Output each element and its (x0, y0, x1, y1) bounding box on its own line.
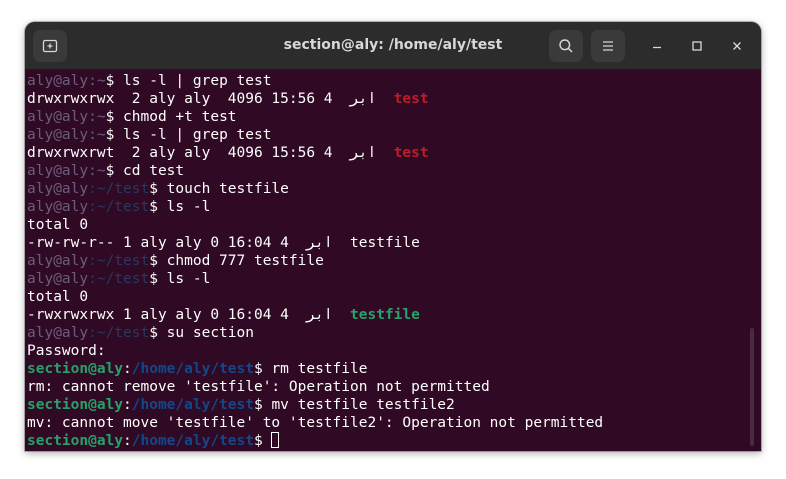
minimize-icon (651, 37, 663, 56)
terminal-text: $ chmod 777 testfile (149, 253, 324, 269)
terminal-text: $ ls -l (149, 271, 211, 287)
terminal-text: aly@aly (27, 163, 89, 179)
terminal-area[interactable]: aly@aly:~$ ls -l | grep test drwxrwxrwx 2… (25, 70, 761, 451)
terminal-line: drwxrwxrwx 2 aly aly 4096 15:56 4 ابر te… (27, 90, 603, 108)
terminal-text: :~/test (88, 253, 150, 269)
search-icon (558, 38, 574, 54)
terminal-line: section@aly:/home/aly/test$ (27, 432, 603, 450)
terminal-text: aly@aly (27, 181, 89, 197)
terminal-line: aly@aly:~$ ls -l | grep test (27, 126, 603, 144)
terminal-line: aly@aly:~/test$ chmod 777 testfile (27, 252, 603, 270)
terminal-text: section@aly (27, 361, 124, 377)
terminal-text: mv: cannot move 'testfile' to 'testfile2… (27, 415, 604, 431)
terminal-line: section@aly:/home/aly/test$ mv testfile … (27, 396, 603, 414)
terminal-text: :~ (88, 163, 106, 179)
terminal-text: test (393, 145, 429, 161)
terminal-text: :~ (88, 109, 106, 125)
terminal-text: $ (253, 433, 272, 449)
terminal-window: section@aly: /home/aly/test aly@aly:~$ l… (25, 22, 761, 451)
terminal-text: drwxrwxrwx 2 aly aly 4096 15:56 4 ابر (27, 91, 394, 107)
terminal-text: aly@aly (27, 73, 89, 89)
terminal-line: mv: cannot move 'testfile' to 'testfile2… (27, 414, 603, 432)
terminal-text: /home/aly/test (131, 397, 254, 413)
terminal-line: aly@aly:~$ chmod +t test (27, 108, 603, 126)
terminal-text: aly@aly (27, 325, 89, 341)
text-cursor (271, 432, 280, 448)
terminal-text: /home/aly/test (131, 361, 254, 377)
terminal-text: drwxrwxrwt 2 aly aly 4096 15:56 4 ابر (27, 145, 394, 161)
terminal-text: -rw-rw-r-- 1 aly aly 0 16:04 4 ابر testf… (27, 235, 420, 251)
terminal-text: aly@aly (27, 271, 89, 287)
terminal-text: Password: (27, 343, 106, 359)
terminal-line: drwxrwxrwt 2 aly aly 4096 15:56 4 ابر te… (27, 144, 603, 162)
terminal-text: :~/test (88, 181, 150, 197)
title-bar[interactable]: section@aly: /home/aly/test (25, 22, 761, 70)
terminal-text: aly@aly (27, 199, 89, 215)
terminal-text: rm: cannot remove 'testfile': Operation … (27, 379, 490, 395)
terminal-text: section@aly (27, 433, 124, 449)
terminal-line: aly@aly:~$ cd test (27, 162, 603, 180)
terminal-text: $ cd test (105, 163, 185, 179)
terminal-text: total 0 (27, 289, 89, 305)
terminal-line: aly@aly:~/test$ ls -l (27, 198, 603, 216)
terminal-line: Password: (27, 342, 603, 360)
terminal-text: $ chmod +t test (105, 109, 237, 125)
terminal-text: $ ls -l | grep test (105, 73, 272, 89)
terminal-line: aly@aly:~/test$ ls -l (27, 270, 603, 288)
terminal-text: :~/test (88, 199, 150, 215)
terminal-line: aly@aly:~/test$ touch testfile (27, 180, 603, 198)
terminal-line: section@aly:/home/aly/test$ rm testfile (27, 360, 603, 378)
terminal-text: :~/test (88, 325, 150, 341)
maximize-button[interactable] (685, 34, 709, 58)
terminal-text: total 0 (27, 217, 89, 233)
search-button[interactable] (549, 30, 583, 62)
terminal-text: :~ (88, 73, 106, 89)
terminal-text: test (393, 91, 429, 107)
maximize-icon (691, 37, 703, 56)
hamburger-menu-icon (601, 39, 615, 53)
terminal-text: -rwxrwxrwx 1 aly aly 0 16:04 4 ابر (27, 307, 351, 323)
terminal-text: aly@aly (27, 253, 89, 269)
close-icon (731, 37, 743, 56)
terminal-text: $ ls -l (149, 199, 211, 215)
minimize-button[interactable] (645, 34, 669, 58)
terminal-text: $ su section (149, 325, 254, 341)
terminal-text: :~ (88, 127, 106, 143)
terminal-line: total 0 (27, 288, 603, 306)
terminal-line: -rw-rw-r-- 1 aly aly 0 16:04 4 ابر testf… (27, 234, 603, 252)
new-tab-button[interactable] (33, 30, 67, 62)
terminal-text: $ touch testfile (149, 181, 289, 197)
terminal-text: :~/test (88, 271, 150, 287)
terminal-line: total 0 (27, 216, 603, 234)
terminal-text: /home/aly/test (131, 433, 254, 449)
close-button[interactable] (725, 34, 749, 58)
terminal-output: aly@aly:~$ ls -l | grep test drwxrwxrwx 2… (27, 72, 603, 450)
terminal-line: aly@aly:~$ ls -l | grep test (27, 72, 603, 90)
terminal-line: rm: cannot remove 'testfile': Operation … (27, 378, 603, 396)
terminal-text: $ ls -l | grep test (105, 127, 272, 143)
new-tab-icon (42, 38, 58, 54)
terminal-line: aly@aly:~/test$ su section (27, 324, 603, 342)
terminal-text: : (123, 361, 132, 377)
terminal-text: $ rm testfile (253, 361, 368, 377)
terminal-text: : (123, 397, 132, 413)
terminal-text: section@aly (27, 397, 124, 413)
terminal-text: aly@aly (27, 127, 89, 143)
menu-button[interactable] (591, 30, 625, 62)
scrollbar[interactable] (750, 328, 754, 446)
terminal-text: aly@aly (27, 109, 89, 125)
terminal-line: -rwxrwxrwx 1 aly aly 0 16:04 4 ابر testf… (27, 306, 603, 324)
terminal-text: $ mv testfile testfile2 (253, 397, 455, 413)
terminal-text: testfile (350, 307, 420, 323)
terminal-text: : (123, 433, 132, 449)
